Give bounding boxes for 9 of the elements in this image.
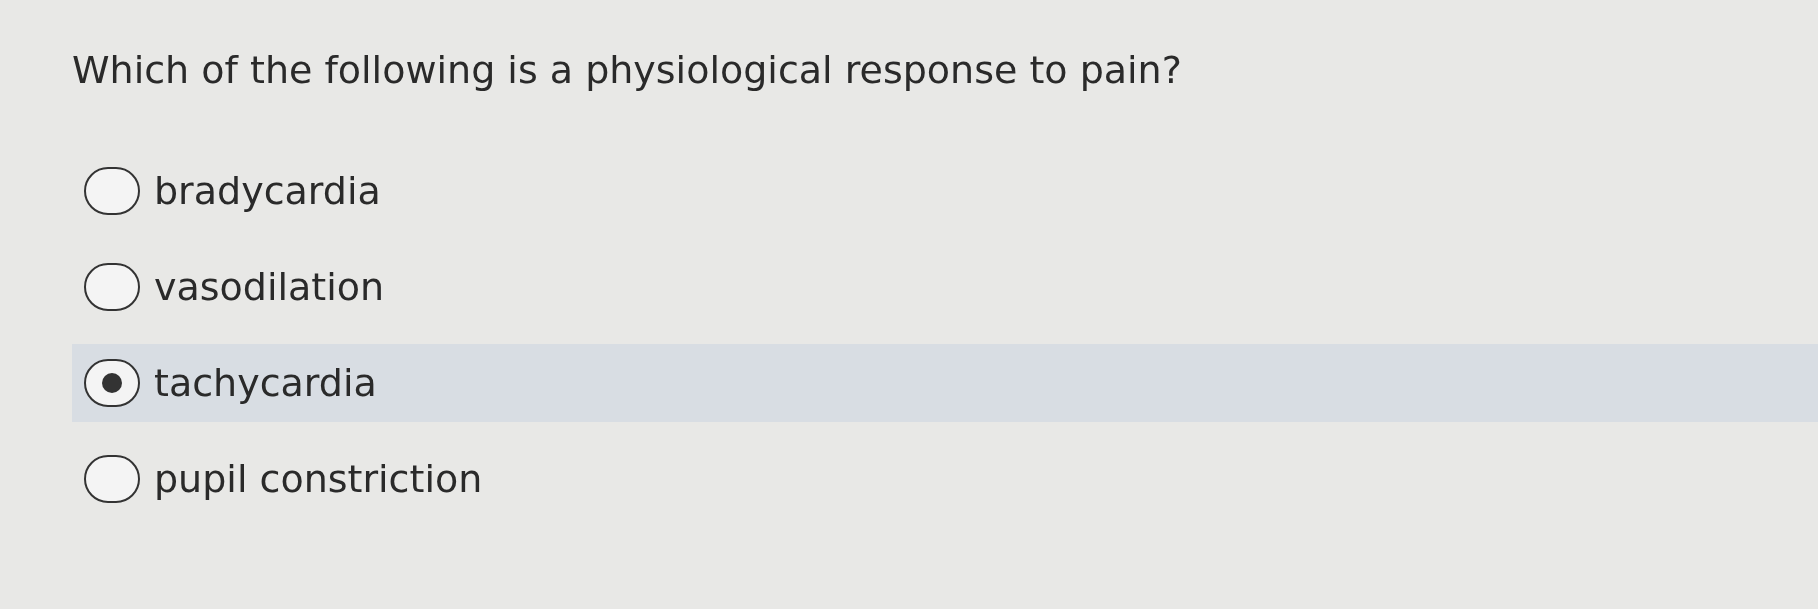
radio-button[interactable] <box>84 167 140 215</box>
answer-option[interactable]: tachycardia <box>72 344 1818 422</box>
radio-button[interactable] <box>84 455 140 503</box>
radio-button[interactable] <box>84 263 140 311</box>
radio-button[interactable] <box>84 359 140 407</box>
answer-option[interactable]: vasodilation <box>72 248 1818 326</box>
question-text: Which of the following is a physiological response to pain? <box>72 47 1182 94</box>
answer-option[interactable]: bradycardia <box>72 152 1818 230</box>
answer-option[interactable]: pupil constriction <box>72 440 1818 518</box>
